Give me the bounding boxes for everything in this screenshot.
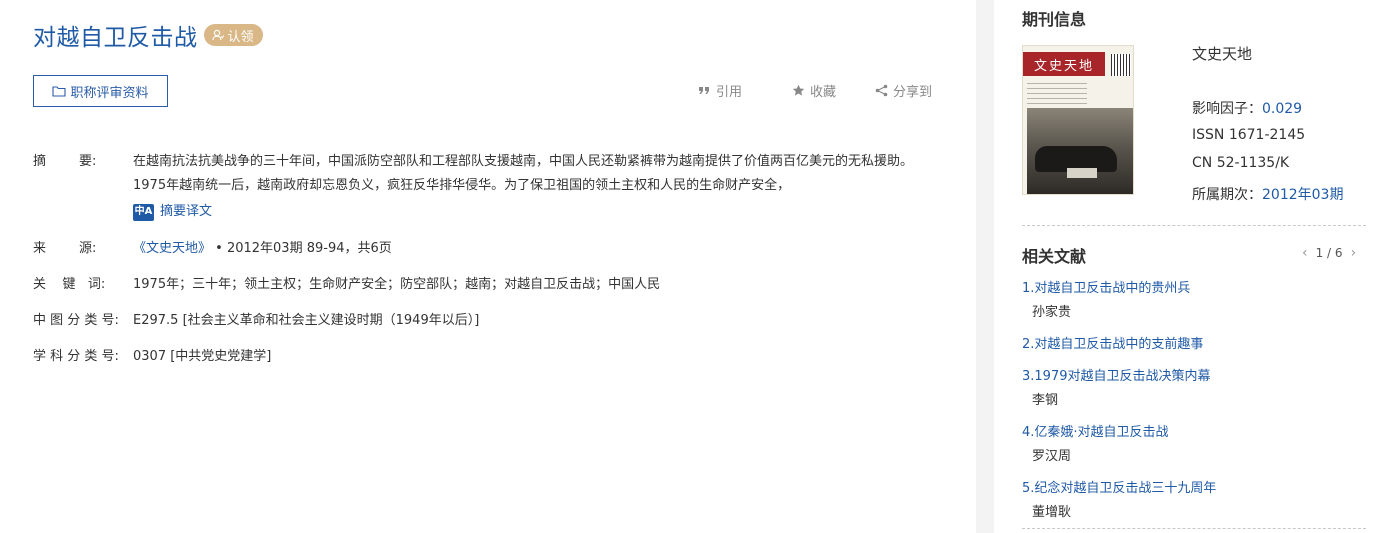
translate-icon: 中A [133,203,154,221]
related-item-title[interactable]: 1.对越自卫反击战中的贵州兵 [1022,277,1190,296]
related-item-title[interactable]: 3.1979对越自卫反击战决策内幕 [1022,365,1211,384]
divider [1022,528,1366,529]
related-item: 5.纪念对越自卫反击战三十九周年 董增耿 [1022,477,1216,520]
abstract-translation-label: 摘要译文 [160,204,213,219]
journal-issue-value[interactable]: 2012年03期 [1262,187,1343,203]
journal-issue: 所属期次：2012年03期 [1192,184,1343,204]
abstract-translation-link[interactable]: 中A 摘要译文 [133,200,923,224]
clc-label: 中 图 分 类 号: [33,313,119,328]
share-label: 分享到 [893,85,933,100]
abstract-text: 在越南抗法抗美战争的三十年间，中国派防空部队和工程部队支援越南，中国人民还勒紧裤… [133,154,914,193]
related-item-author: 孙家贵 [1032,305,1072,320]
related-item-author: 罗汉周 [1032,449,1072,464]
title-row: 对越自卫反击战 认领 [33,18,263,52]
related-item-title[interactable]: 4.亿秦娥·对越自卫反击战 [1022,421,1169,440]
column-divider [976,0,994,533]
evaluation-materials-label: 职称评审资料 [70,85,149,101]
barcode-icon [1111,54,1131,76]
related-item-title[interactable]: 2.对越自卫反击战中的支前趣事 [1022,333,1203,352]
favorite-button[interactable]: 收藏 [792,81,836,100]
keywords-value: 1975年；三十年；领土主权；生命财产安全；防空部队；越南；对越自卫反击战；中国… [133,277,661,292]
journal-cover-image[interactable]: 文史天地 [1022,45,1134,195]
cover-photo [1027,108,1133,194]
related-literature-heading: 相关文献 [1022,247,1087,266]
related-item: 4.亿秦娥·对越自卫反击战 罗汉周 [1022,421,1169,464]
related-item: 2.对越自卫反击战中的支前趣事 [1022,333,1203,352]
related-item-title[interactable]: 5.纪念对越自卫反击战三十九周年 [1022,477,1216,496]
cite-label: 引用 [716,85,743,100]
journal-cn: CN 52-1135/K [1192,155,1290,171]
divider [1022,225,1366,226]
star-icon [792,84,805,96]
source-journal-link[interactable]: 《文史天地》 [133,241,211,256]
cite-button[interactable]: 引用 [698,81,742,100]
pager-indicator: 1 / 6 [1315,246,1343,260]
source-label: 来 源: [33,241,97,256]
related-item-author: 李钢 [1032,393,1059,408]
favorite-label: 收藏 [810,85,837,100]
main-column: 对越自卫反击战 认领 职称评审资料 引用 收藏 分享到 摘 要: 在越南抗法抗美… [0,0,976,533]
subject-label: 学 科 分 类 号: [33,349,119,364]
related-pager: ‹ 1 / 6 › [1302,245,1356,261]
keywords-label: 关 键 词: [33,277,106,292]
claim-label: 认领 [227,29,254,45]
share-icon [875,84,888,97]
cover-masthead: 文史天地 [1023,52,1105,76]
journal-issue-label: 所属期次： [1192,187,1262,203]
journal-name: 文史天地 [1192,45,1253,63]
impact-factor: 影响因子：0.029 [1192,98,1302,118]
article-title: 对越自卫反击战 [33,25,198,51]
share-button[interactable]: 分享到 [875,81,932,100]
subject-value: 0307 [中共党史党建学] [133,349,272,364]
evaluation-materials-button[interactable]: 职称评审资料 [33,75,168,107]
clc-value: E297.5 [社会主义革命和社会主义建设时期（1949年以后）] [133,313,480,328]
quote-icon [699,87,709,94]
impact-factor-label: 影响因子： [1192,101,1262,117]
related-item-author: 董增耿 [1032,505,1072,520]
sidebar: 期刊信息 文史天地 文史天地 影响因子：0.029 ISSN 1671-2145… [994,0,1384,533]
article-page: 对越自卫反击战 认领 职称评审资料 引用 收藏 分享到 摘 要: 在越南抗法抗美… [0,0,1384,533]
user-icon [211,29,224,41]
journal-info-heading: 期刊信息 [1022,10,1087,29]
related-item: 1.对越自卫反击战中的贵州兵 孙家贵 [1022,277,1190,320]
claim-button[interactable]: 认领 [203,24,263,46]
abstract-label: 摘 要: [33,154,97,169]
journal-issn: ISSN 1671-2145 [1192,127,1306,143]
source-issue-pages: • 2012年03期 89-94，共6页 [211,241,392,256]
impact-factor-value: 0.029 [1262,101,1303,117]
related-item: 3.1979对越自卫反击战决策内幕 李钢 [1022,365,1211,408]
folder-icon [52,86,67,97]
next-page-button[interactable]: › [1351,245,1357,261]
prev-page-button[interactable]: ‹ [1302,245,1308,261]
